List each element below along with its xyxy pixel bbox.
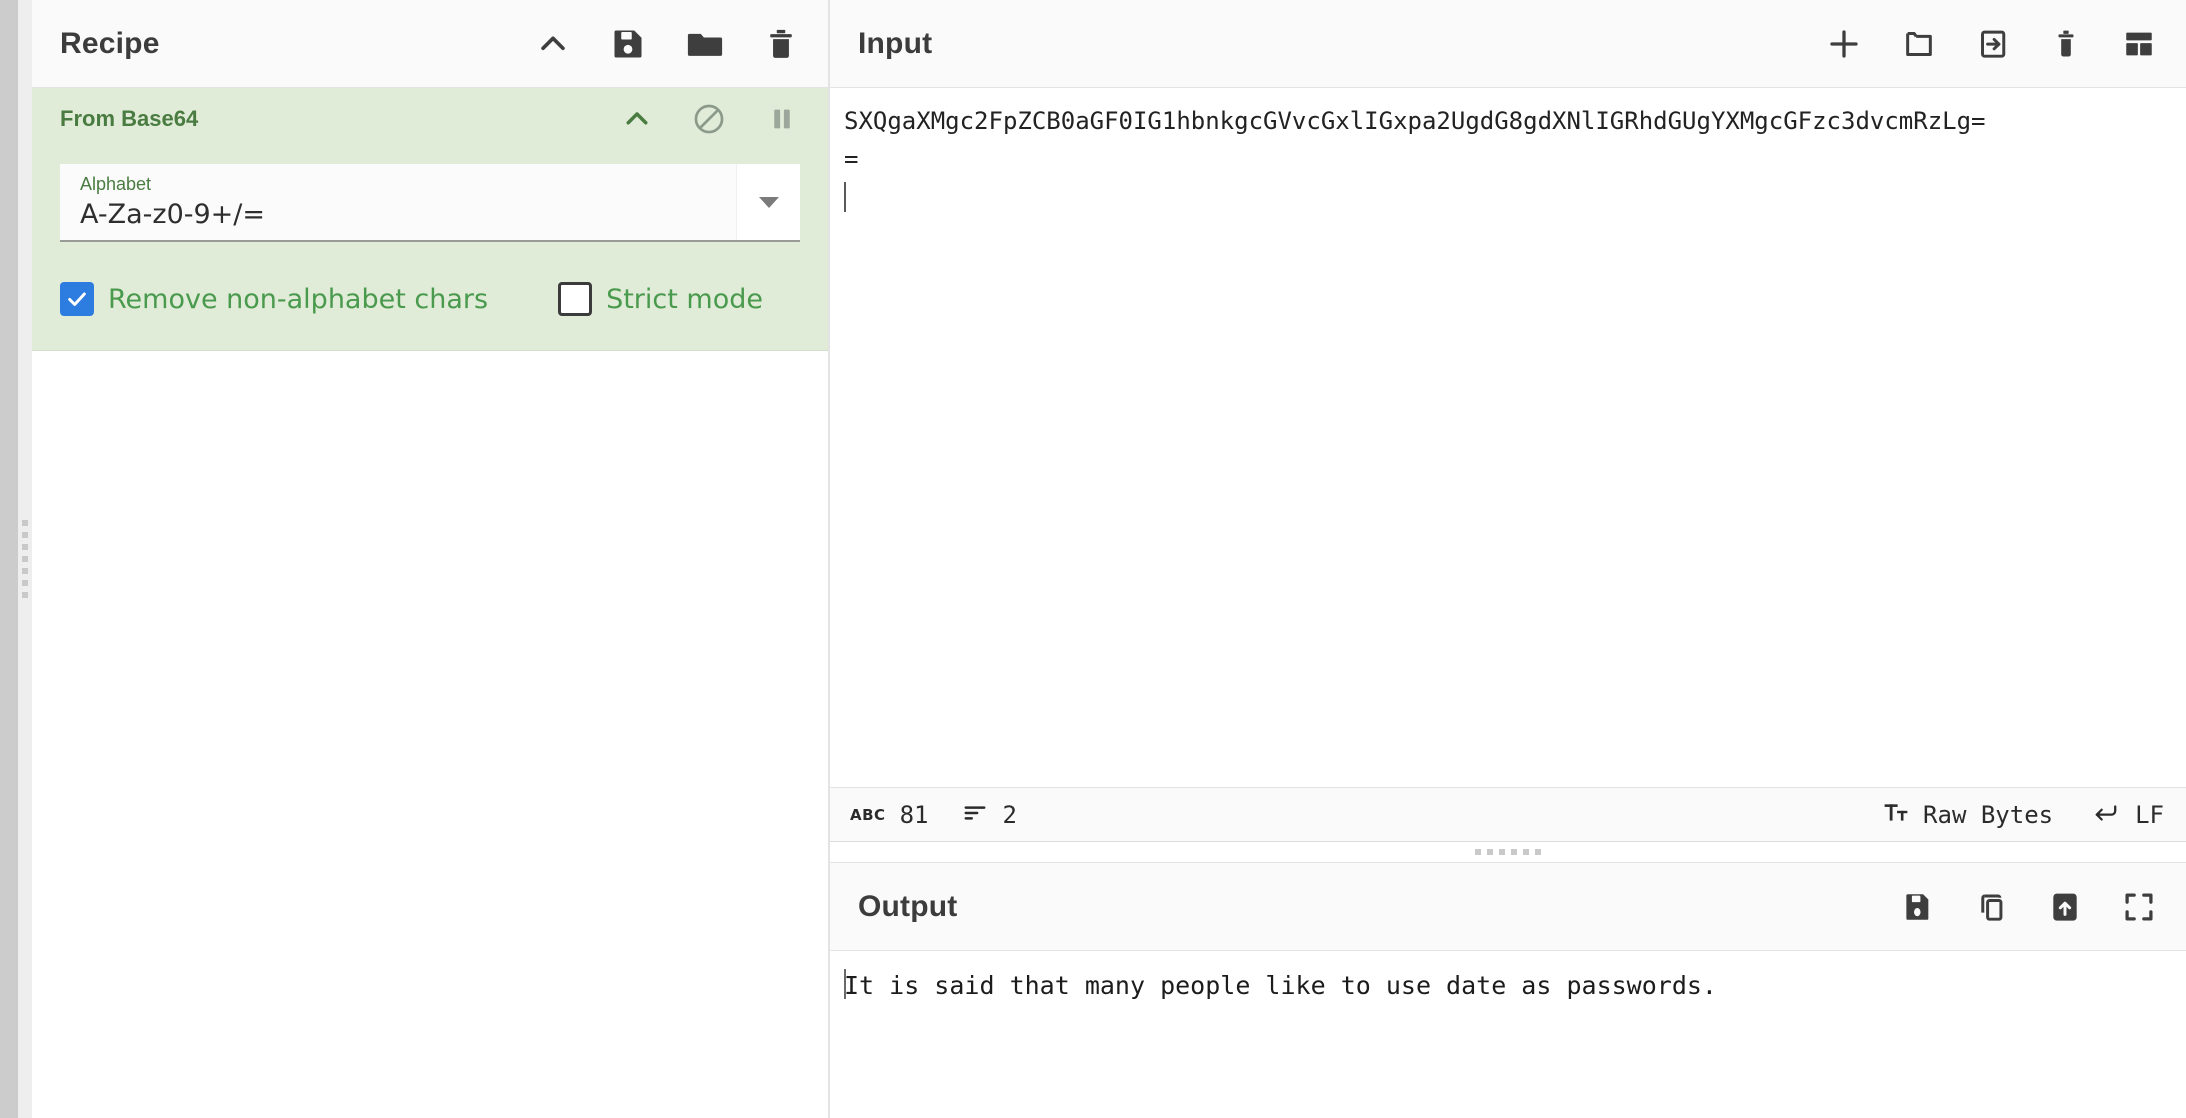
abc-length-icon: ABC [850,806,886,824]
strict-mode-checkbox[interactable]: Strict mode [558,282,763,316]
text-cursor-icon [844,182,846,212]
input-eol-value: LF [2135,801,2164,829]
op-breakpoint-pause-icon[interactable] [766,103,798,135]
input-lines-value: 2 [1002,801,1016,829]
line-ending-return-icon [2091,800,2121,830]
input-length-value: 81 [900,801,929,829]
output-text: It is said that many people like to use … [844,971,1717,1000]
input-title-bar: Input [830,0,2186,88]
operation-title: From Base64 [60,106,198,132]
operation-arguments: Alphabet A-Za-z0-9+/= Remove non-alphabe… [32,164,828,316]
operation-checkboxes: Remove non-alphabet chars Strict mode [60,282,800,316]
operation-header: From Base64 [32,88,828,150]
save-output-icon[interactable] [1900,890,1934,924]
splitter-grip-icon [1475,849,1541,855]
clear-recipe-trash-icon[interactable] [764,27,798,61]
input-text-line-2: = [830,140,2186,178]
input-caret-line [830,178,2186,216]
maximise-output-icon[interactable] [2122,890,2156,924]
save-recipe-icon[interactable] [610,26,646,62]
copy-output-icon[interactable] [1974,890,2008,924]
alphabet-field-inner: Alphabet A-Za-z0-9+/= [60,164,736,240]
input-section: Input [830,0,2186,842]
io-pane: Input [830,0,2186,1118]
input-status-bar: ABC 81 2 Raw Bytes [830,787,2186,841]
recipe-title: Recipe [60,27,160,61]
cyberchef-app: Recipe From Base64 [0,0,2186,1118]
input-header-actions [1826,26,2156,62]
strict-mode-label: Strict mode [606,284,763,315]
output-editor[interactable]: It is said that many people like to use … [830,951,2186,1118]
input-text-line-1: SXQgaXMgc2FpZCB0aGF0IG1hbnkgcGVvcGxlIGxp… [830,102,2186,140]
recipe-pane-left-splitter[interactable] [18,0,32,1118]
character-encoding-icon [1883,800,1909,830]
open-folder-as-input-icon[interactable] [1902,27,1936,61]
input-output-splitter[interactable] [830,842,2186,862]
op-disable-icon[interactable] [692,102,726,136]
output-text-line-1: It is said that many people like to use … [830,967,2186,1005]
remove-non-alphabet-chars-label: Remove non-alphabet chars [108,284,488,315]
output-section: Output It is s [830,862,2186,1118]
input-length-group[interactable]: ABC 81 [850,801,928,829]
splitter-grip-icon [22,520,28,598]
tabs-layout-grid-icon[interactable] [2122,27,2156,61]
chevron-down-icon [759,197,779,208]
collapse-chevron-up-icon[interactable] [536,27,570,61]
recipe-drop-area[interactable] [32,351,828,1118]
output-header-actions [1900,890,2156,924]
replace-input-with-output-icon[interactable] [2048,890,2082,924]
alphabet-input[interactable]: A-Za-z0-9+/= [80,196,720,234]
input-editor[interactable]: SXQgaXMgc2FpZCB0aGF0IG1hbnkgcGVvcGxlIGxp… [830,88,2186,787]
open-file-as-input-icon[interactable] [1976,27,2010,61]
input-eol-group[interactable]: LF [2091,800,2164,830]
alphabet-field[interactable]: Alphabet A-Za-z0-9+/= [60,164,800,242]
alphabet-label: Alphabet [80,172,720,196]
add-input-tab-plus-icon[interactable] [1826,26,1862,62]
lines-count-icon [962,800,988,830]
load-recipe-folder-icon[interactable] [686,25,724,63]
recipe-pane: Recipe From Base64 [32,0,830,1118]
output-title-bar: Output [830,863,2186,951]
input-status-right: Raw Bytes LF [1883,800,2164,830]
recipe-operation-from-base64[interactable]: From Base64 Alphabet [32,88,828,351]
window-left-edge [0,0,18,1118]
recipe-title-bar: Recipe [32,0,828,88]
operation-actions [622,102,798,136]
input-encoding-value: Raw Bytes [1923,801,2053,829]
checkbox-unchecked-icon[interactable] [558,282,592,316]
recipe-header-actions [536,25,798,63]
output-title: Output [858,890,958,924]
clear-io-trash-icon[interactable] [2050,28,2082,60]
remove-non-alphabet-chars-checkbox[interactable]: Remove non-alphabet chars [60,282,488,316]
input-encoding-group[interactable]: Raw Bytes [1883,800,2053,830]
alphabet-dropdown-button[interactable] [736,164,800,240]
op-collapse-chevron-up-icon[interactable] [622,104,652,134]
input-lines-group[interactable]: 2 [962,800,1016,830]
checkbox-checked-icon[interactable] [60,282,94,316]
input-title: Input [858,27,932,61]
